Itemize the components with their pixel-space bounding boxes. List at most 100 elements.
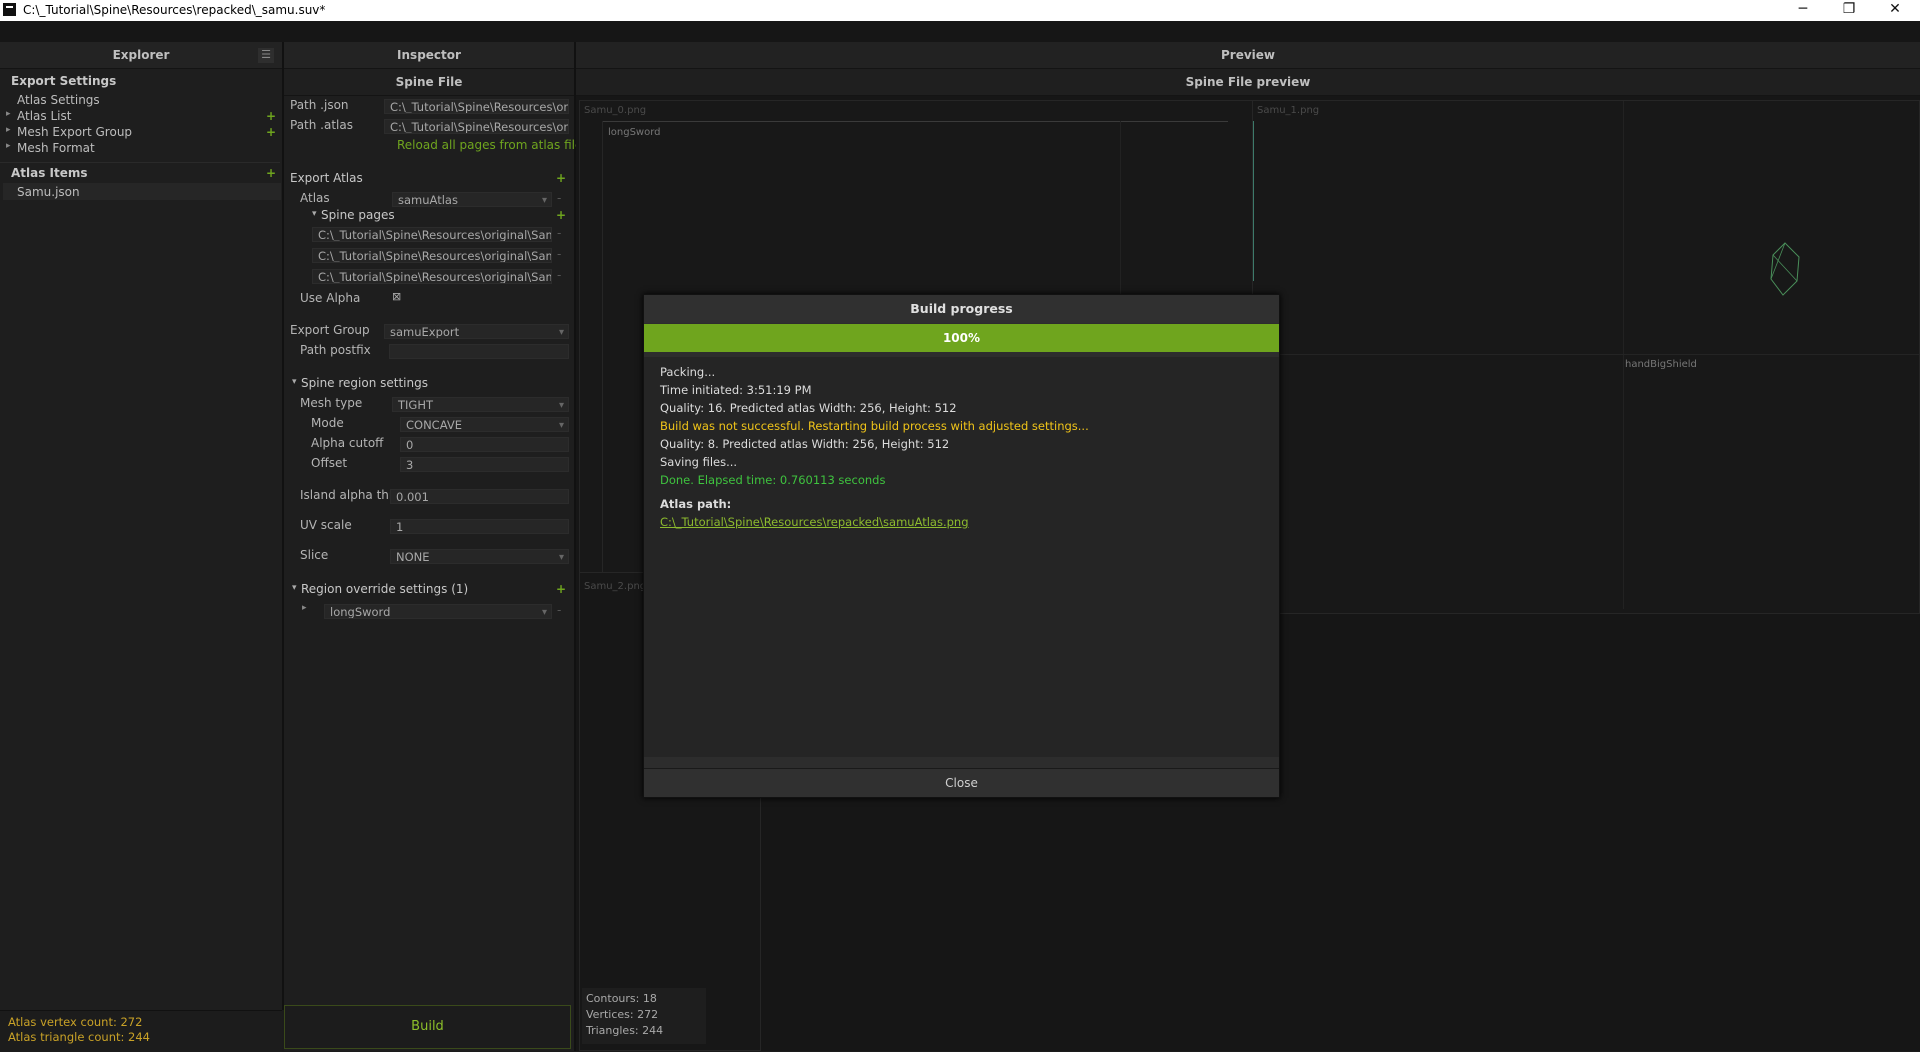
explorer-item-mesh-export-group[interactable]: Mesh Export Group (17, 125, 132, 139)
vertices-stat: Vertices: 272 (586, 1008, 659, 1021)
expand-arrow-icon[interactable]: ▸ (6, 109, 11, 119)
path-json-label: Path .json (290, 98, 349, 112)
spine-page-field[interactable]: C:\_Tutorial\Spine\Resources\original\Sa… (312, 269, 552, 284)
vertex-count: Atlas vertex count: 272 (8, 1015, 143, 1029)
alpha-cutoff-label: Alpha cutoff (311, 436, 384, 450)
mesh-edge (1253, 121, 1254, 281)
atlas-select[interactable]: samuAtlas (392, 192, 552, 207)
inspector-header: Inspector (284, 42, 574, 69)
log-line: Time initiated: 3:51:19 PM (660, 383, 812, 397)
export-group-label: Export Group (290, 323, 370, 337)
log-line: Quality: 16. Predicted atlas Width: 256,… (660, 401, 957, 415)
add-export-atlas-icon[interactable]: + (556, 171, 566, 185)
collapse-arrow-icon[interactable]: ▾ (292, 377, 297, 387)
close-button[interactable]: Close (644, 768, 1279, 797)
expand-arrow-icon[interactable]: ▸ (6, 141, 11, 151)
mode-select[interactable]: CONCAVE (400, 417, 569, 432)
close-window-icon[interactable]: ✕ (1872, 0, 1918, 21)
remove-atlas-icon[interactable]: - (557, 191, 561, 205)
export-atlas-title: Export Atlas (290, 171, 363, 185)
build-button[interactable]: Build (284, 1005, 571, 1049)
reload-pages-link[interactable]: Reload all pages from atlas file (397, 138, 582, 152)
atlas-page-name: Samu_0.png (584, 105, 647, 116)
stats-box: Contours: 18 Vertices: 272 Triangles: 24… (582, 988, 706, 1044)
spine-page-field[interactable]: C:\_Tutorial\Spine\Resources\original\Sa… (312, 248, 552, 263)
triangle-count: Atlas triangle count: 244 (8, 1030, 150, 1044)
expand-arrow-icon[interactable]: ▸ (6, 125, 11, 135)
path-json-field[interactable]: C:\_Tutorial\Spine\Resources\orig (384, 99, 569, 114)
collapse-arrow-icon[interactable]: ▾ (312, 209, 317, 219)
restore-icon[interactable]: ❐ (1826, 0, 1872, 21)
contours-stat: Contours: 18 (586, 992, 657, 1005)
expand-arrow-icon[interactable]: ▸ (302, 603, 307, 613)
remove-override-icon[interactable]: - (557, 603, 561, 617)
slice-label: Slice (300, 548, 329, 562)
inspector-subheader: Spine File (284, 69, 574, 96)
explorer-item-mesh-format[interactable]: Mesh Format (17, 141, 95, 155)
app-icon (3, 3, 16, 16)
uv-scale-field[interactable]: 1 (390, 519, 569, 534)
log-line: Packing... (660, 365, 716, 379)
add-export-group-icon[interactable]: + (266, 125, 276, 139)
export-settings-title: Export Settings (11, 74, 117, 88)
mesh-type-label: Mesh type (300, 396, 363, 410)
uv-scale-label: UV scale (300, 518, 352, 532)
remove-page-icon[interactable]: - (557, 247, 561, 261)
atlas-page-name: Samu_1.png (1257, 105, 1320, 116)
log-line: Quality: 8. Predicted atlas Width: 256, … (660, 437, 950, 451)
preview-subheader: Spine File preview (576, 69, 1920, 96)
path-postfix-label: Path postfix (300, 343, 371, 357)
region-outline (602, 121, 1228, 122)
explorer-panel: Explorer ☰ Export Settings Atlas Setting… (0, 42, 284, 1010)
atlas-path-link[interactable]: C:\_Tutorial\Spine\Resources\repacked\sa… (660, 515, 969, 529)
menu-icon[interactable]: ☰ (258, 48, 274, 63)
offset-field[interactable]: 3 (400, 457, 569, 472)
atlas-item-label: Samu.json (17, 185, 80, 199)
window-title: C:\_Tutorial\Spine\Resources\repacked\_s… (23, 3, 326, 17)
slice-select[interactable]: NONE (390, 549, 569, 564)
add-spine-page-icon[interactable]: + (556, 208, 566, 222)
alpha-cutoff-field[interactable]: 0 (400, 437, 569, 452)
region-label: longSword (608, 127, 661, 138)
region-outline (1623, 101, 1624, 609)
remove-page-icon[interactable]: - (557, 226, 561, 240)
explorer-item-atlas-list[interactable]: Atlas List (17, 109, 71, 123)
list-item[interactable]: Samu.json (3, 183, 281, 200)
island-alpha-field[interactable]: 0.001 (390, 489, 569, 504)
atlas-page: Samu_1.png handBigShield (1252, 100, 1920, 614)
path-atlas-field[interactable]: C:\_Tutorial\Spine\Resources\orig (384, 119, 569, 134)
minimize-icon[interactable]: ─ (1780, 0, 1826, 21)
override-region-select[interactable]: longSword (324, 604, 552, 619)
add-region-override-icon[interactable]: + (556, 582, 566, 596)
explorer-header: Explorer (0, 42, 282, 69)
title-bar: C:\_Tutorial\Spine\Resources\repacked\_s… (0, 0, 1920, 21)
log-line: Saving files... (660, 455, 738, 469)
spine-page-field[interactable]: C:\_Tutorial\Spine\Resources\original\Sa… (312, 227, 552, 242)
use-alpha-label: Use Alpha (300, 291, 361, 305)
build-log: Packing... Time initiated: 3:51:19 PM Qu… (644, 357, 1279, 757)
atlas-page-name: Samu_2.png (584, 581, 647, 592)
export-group-select[interactable]: samuExport (384, 324, 569, 339)
remove-page-icon[interactable]: - (557, 268, 561, 282)
divider (0, 162, 280, 163)
add-atlas-icon[interactable]: + (266, 109, 276, 123)
atlas-label: Atlas (300, 191, 330, 205)
add-atlas-item-icon[interactable]: + (266, 166, 276, 180)
atlas-path-label: Atlas path: (660, 497, 732, 511)
toolbar-strip (0, 21, 1920, 43)
log-success: Done. Elapsed time: 0.760113 seconds (660, 473, 886, 487)
region-outline (602, 121, 603, 609)
log-warning: Build was not successful. Restarting bui… (660, 419, 1089, 433)
spine-pages-title: Spine pages (321, 208, 395, 222)
dialog-title: Build progress (644, 295, 1279, 323)
path-postfix-field[interactable] (389, 344, 569, 359)
mode-label: Mode (311, 416, 344, 430)
region-override-title: Region override settings (1) (301, 582, 469, 596)
collapse-arrow-icon[interactable]: ▾ (292, 583, 297, 593)
use-alpha-checkbox[interactable]: ⊠ (392, 290, 401, 303)
build-progress-dialog: Build progress 100% Packing... Time init… (643, 294, 1280, 798)
offset-label: Offset (311, 456, 348, 470)
progress-bar: 100% (644, 324, 1279, 352)
mesh-type-select[interactable]: TIGHT (392, 397, 569, 412)
explorer-item-atlas-settings[interactable]: Atlas Settings (17, 93, 100, 107)
